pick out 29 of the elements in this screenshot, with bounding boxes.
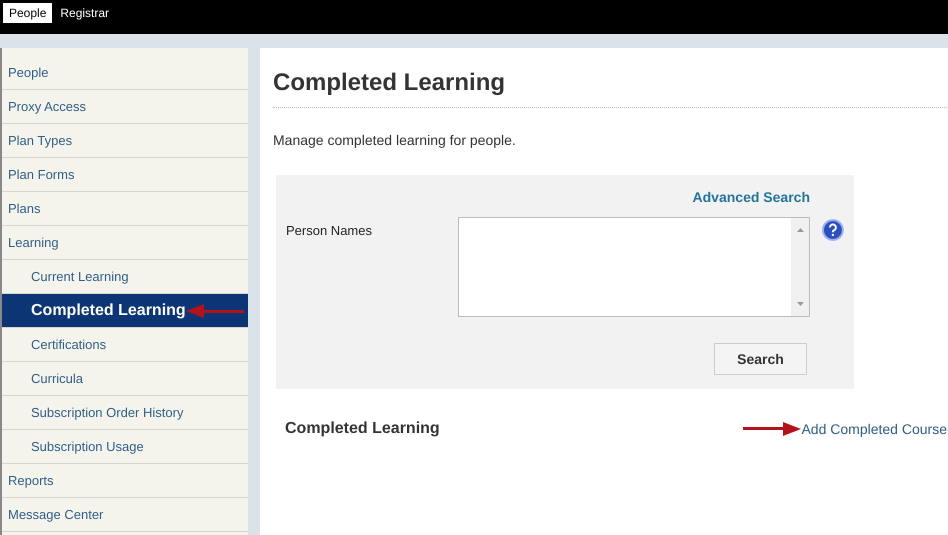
section-title: Completed Learning [285, 419, 440, 439]
sidebar-item[interactable]: Message Center [2, 504, 104, 524]
sidebar-item[interactable]: Reports [2, 470, 54, 490]
sidebar-item[interactable]: Subscription Order History [2, 402, 184, 422]
sidebar-item[interactable]: Learning [2, 232, 59, 252]
sidebar-item[interactable]: Curricula [2, 368, 84, 388]
add-completed-course-link[interactable]: Add Completed Course [801, 418, 947, 440]
help-icon[interactable] [822, 219, 844, 241]
sidebar-item[interactable]: Plan Forms [2, 164, 74, 184]
sidebar-item[interactable]: People [2, 62, 48, 82]
page-description: Manage completed learning for people. [273, 131, 517, 150]
field-label: Person Names [286, 222, 373, 240]
sidebar-item[interactable]: Plans [2, 198, 41, 218]
advanced-search-link[interactable]: Advanced Search [692, 187, 810, 208]
page-title: Completed Learning [273, 68, 506, 98]
scroll-up-icon[interactable] [796, 228, 804, 232]
search-button[interactable]: Search [714, 343, 807, 375]
sidebar-item[interactable]: Certifications [2, 334, 106, 354]
sidebar-item[interactable]: Proxy Access [2, 96, 86, 116]
sidebar-item[interactable]: Current Learning [2, 266, 129, 286]
person-names-field[interactable] [458, 217, 810, 317]
sidebar-item[interactable]: Plan Types [2, 130, 72, 150]
scrollbar[interactable] [791, 218, 810, 316]
sidebar-item[interactable]: Subscription Usage [2, 436, 144, 456]
arrow-annotation-icon [743, 422, 802, 436]
scroll-down-icon[interactable] [796, 302, 804, 306]
arrow-annotation-icon [186, 304, 244, 318]
top-tab[interactable]: Registrar [54, 3, 116, 23]
top-tab[interactable]: People [3, 3, 52, 23]
